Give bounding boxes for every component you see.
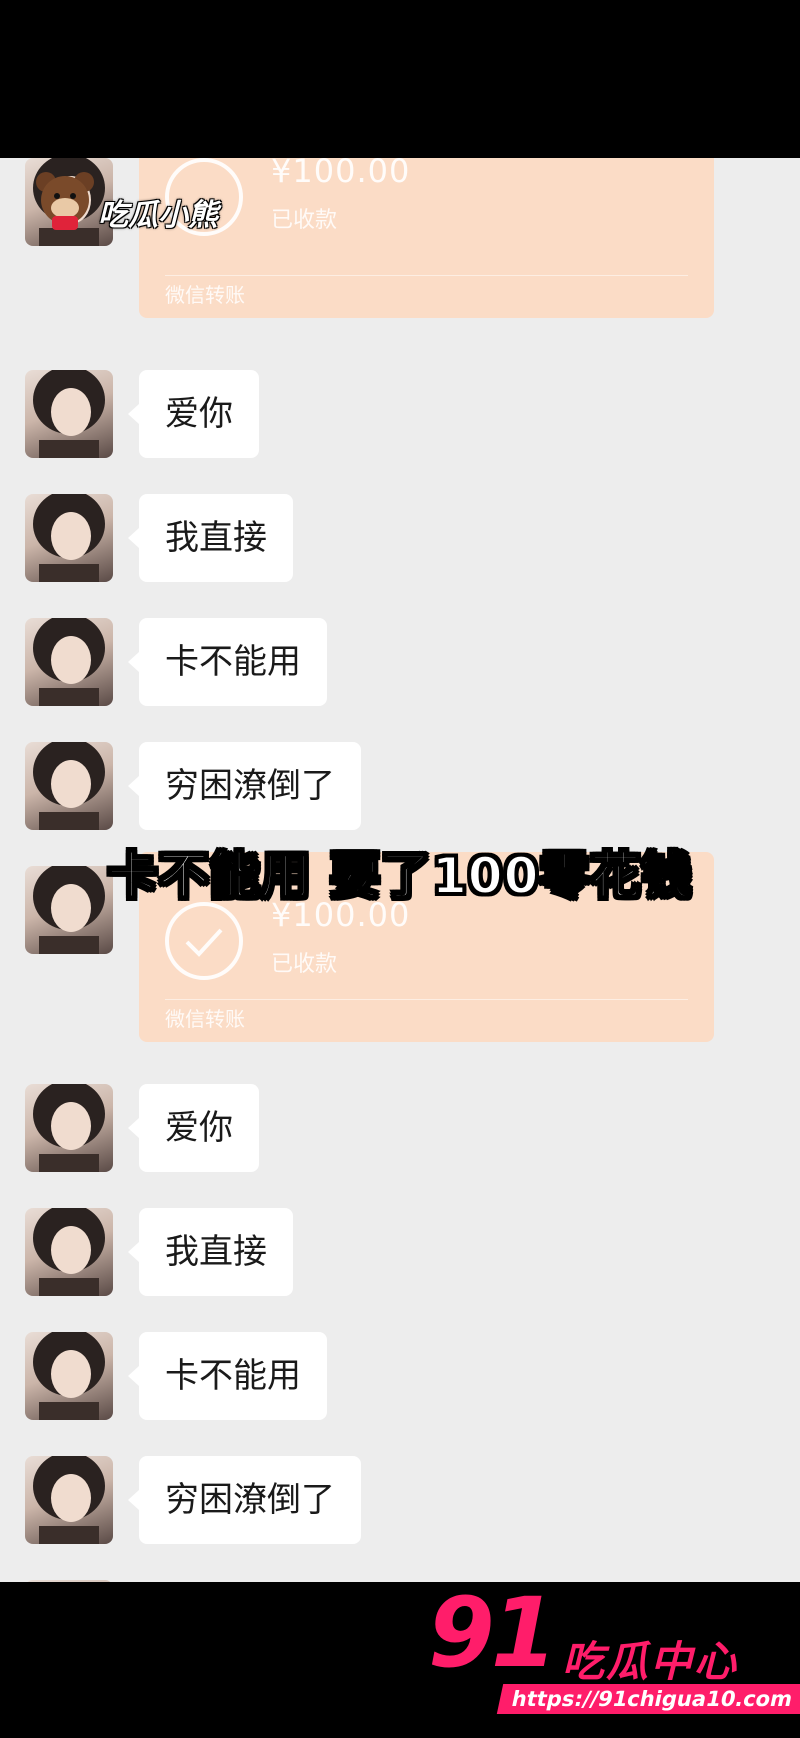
- bear-sticker-icon: [36, 172, 94, 230]
- contact-avatar[interactable]: [25, 1332, 113, 1420]
- transfer-amount: ¥100.00: [271, 158, 411, 190]
- message-bubble[interactable]: 穷困潦倒了: [128, 1456, 361, 1544]
- message-bubble[interactable]: 爱你: [128, 1084, 259, 1172]
- message-bubble[interactable]: 卡不能用: [128, 1332, 327, 1420]
- avatar-photo-icon: [33, 1208, 105, 1296]
- video-caption: 卡不能用 要了100零花钱: [107, 846, 693, 906]
- contact-avatar[interactable]: [25, 1456, 113, 1544]
- transfer-divider: [165, 275, 688, 276]
- avatar-photo-icon: [33, 618, 105, 706]
- transfer-source: 微信转账: [165, 1007, 245, 1031]
- avatar-photo-icon: [33, 1332, 105, 1420]
- avatar-photo-icon: [33, 1456, 105, 1544]
- contact-avatar[interactable]: [25, 494, 113, 582]
- brand-number: 91: [428, 1577, 558, 1689]
- avatar-photo-icon: [33, 1084, 105, 1172]
- transfer-divider: [165, 999, 688, 1000]
- check-circle-icon: [165, 902, 243, 980]
- contact-avatar[interactable]: [25, 618, 113, 706]
- avatar-photo-icon: [33, 494, 105, 582]
- contact-avatar[interactable]: [25, 370, 113, 458]
- transfer-status: 已收款: [271, 952, 338, 977]
- contact-avatar[interactable]: [25, 1208, 113, 1296]
- message-bubble[interactable]: 卡不能用: [128, 618, 327, 706]
- contact-avatar[interactable]: [25, 1580, 113, 1582]
- transfer-card[interactable]: ¥100.00 已收款 微信转账: [139, 158, 714, 318]
- brand-name: 吃瓜中心: [562, 1637, 739, 1686]
- brand-url[interactable]: https://91chigua10.com: [496, 1684, 800, 1714]
- contact-avatar[interactable]: [25, 742, 113, 830]
- message-bubble[interactable]: 我直接: [128, 1208, 293, 1296]
- channel-watermark: 吃瓜小熊: [98, 198, 218, 233]
- message-bubble[interactable]: 我直接: [128, 494, 293, 582]
- screen-frame: ¥100.00 已收款 微信转账 爱你 我直接 卡不能用 穷困潦倒了 ¥100.…: [0, 0, 800, 1738]
- transfer-status: 已收款: [271, 208, 338, 233]
- checkmark-icon: [185, 928, 223, 957]
- message-bubble[interactable]: 爱你: [128, 370, 259, 458]
- contact-avatar[interactable]: [25, 1084, 113, 1172]
- transfer-source: 微信转账: [165, 283, 245, 307]
- avatar-photo-icon: [33, 742, 105, 830]
- message-bubble[interactable]: 穷困潦倒了: [128, 742, 361, 830]
- avatar-photo-icon: [33, 370, 105, 458]
